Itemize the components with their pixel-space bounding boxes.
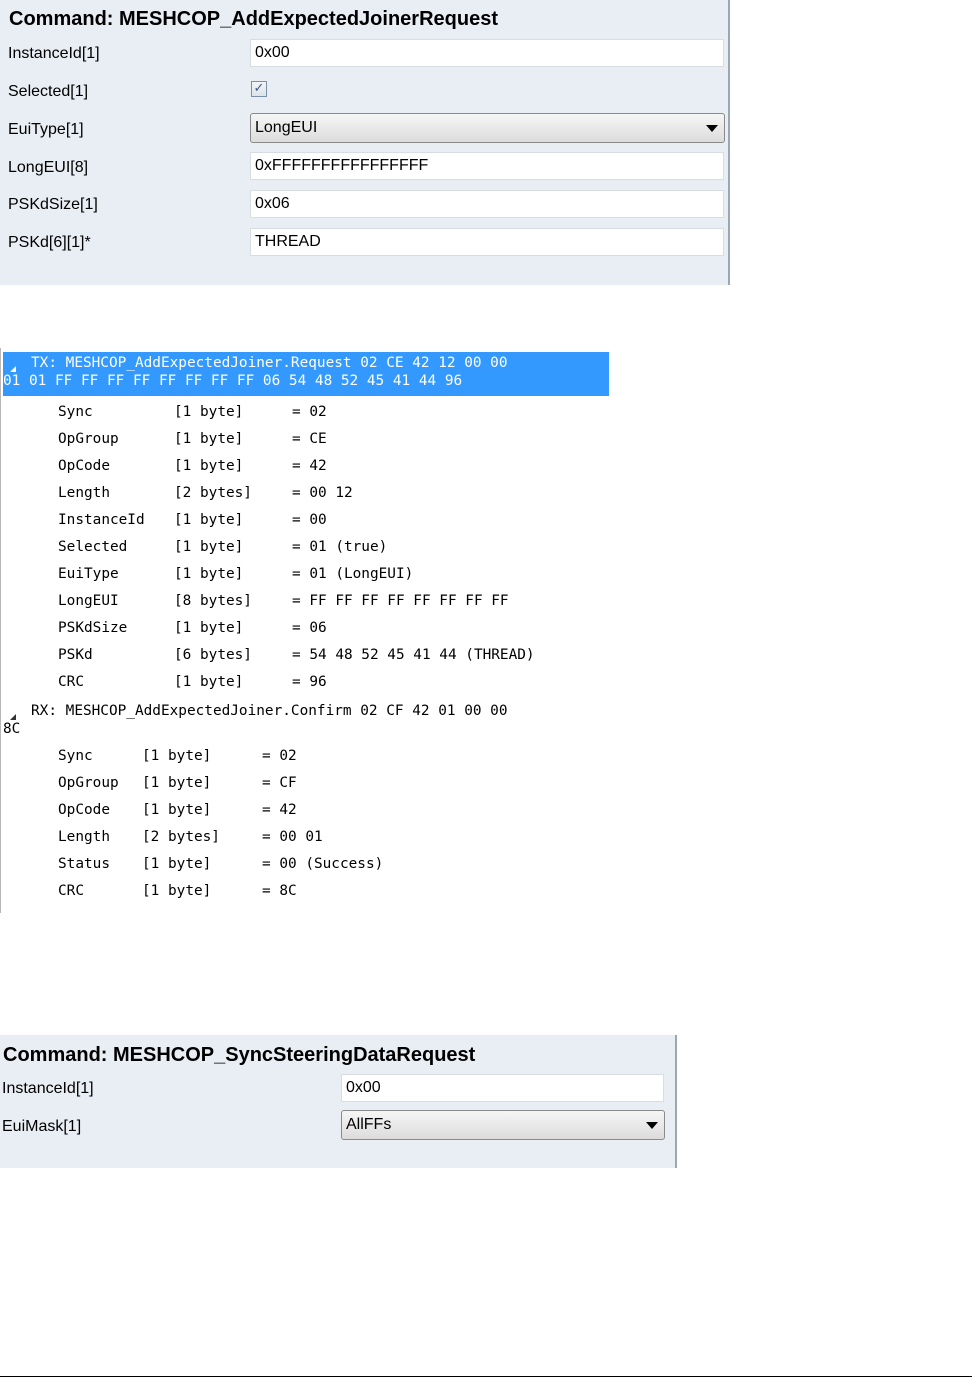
field-value: = 00 12	[292, 485, 353, 501]
selected-label: Selected[1]	[8, 83, 89, 100]
page-divider	[0, 1376, 972, 1377]
field-size: [1 byte]	[174, 431, 244, 447]
field-name: EuiType	[58, 566, 119, 582]
field-value: = 96	[292, 674, 327, 690]
field-size: [8 bytes]	[174, 593, 252, 609]
field-value: = 01 (LongEUI)	[292, 566, 414, 582]
instance-id-input-2[interactable]: 0x00	[341, 1074, 664, 1102]
field-name: OpCode	[58, 802, 110, 818]
tx-header-line-1: TX: MESHCOP_AddExpectedJoiner.Request 02…	[31, 355, 508, 371]
rx-header-line-1: RX: MESHCOP_AddExpectedJoiner.Confirm 02…	[31, 703, 508, 719]
field-name: CRC	[58, 674, 84, 690]
eui-type-dropdown[interactable]: LongEUI	[250, 113, 725, 143]
field-name: Length	[58, 829, 110, 845]
tx-header-line-2-text: 01 01 FF FF FF FF FF FF FF FF 06 54 48 5…	[3, 373, 463, 389]
field-size: [1 byte]	[174, 566, 244, 582]
command-title-2: Command: MESHCOP_SyncSteeringDataRequest	[3, 1044, 476, 1066]
field-size: [2 bytes]	[174, 485, 252, 501]
eui-mask-label: EuiMask[1]	[2, 1118, 82, 1135]
field-value: = 01 (true)	[292, 539, 388, 555]
long-eui-input[interactable]: 0xFFFFFFFFFFFFFFFF	[250, 152, 724, 180]
field-size: [1 byte]	[142, 883, 212, 899]
field-name: LongEUI	[58, 593, 119, 609]
field-name: Selected	[58, 539, 128, 555]
rx-confirm-node[interactable]: RX: MESHCOP_AddExpectedJoiner.Confirm 02…	[3, 700, 609, 744]
field-value: = 00 01	[262, 829, 323, 845]
field-size: [1 byte]	[174, 674, 244, 690]
eui-type-selected-value: LongEUI	[255, 119, 318, 136]
instance-id-input[interactable]: 0x00	[250, 39, 724, 67]
field-value: = 02	[292, 404, 327, 420]
field-size: [1 byte]	[142, 748, 212, 764]
field-name: OpGroup	[58, 431, 119, 447]
field-name: OpGroup	[58, 775, 119, 791]
field-size: [1 byte]	[174, 620, 244, 636]
pskd-size-label: PSKdSize[1]	[8, 196, 98, 213]
field-name: Sync	[58, 404, 93, 420]
chevron-down-icon	[706, 125, 718, 132]
instance-id-label-2: InstanceId[1]	[2, 1080, 94, 1097]
eui-mask-selected-value: AllFFs	[346, 1116, 392, 1133]
field-size: [1 byte]	[174, 458, 244, 474]
rx-header-line-2-text: 8C	[3, 721, 21, 737]
field-name: InstanceId	[58, 512, 145, 528]
field-name: CRC	[58, 883, 84, 899]
field-value: = 42	[292, 458, 327, 474]
field-value: = 00	[292, 512, 327, 528]
field-value: = 02	[262, 748, 297, 764]
field-value: = 54 48 52 45 41 44 (THREAD)	[292, 647, 535, 663]
field-size: [1 byte]	[174, 512, 244, 528]
field-name: PSKdSize	[58, 620, 128, 636]
field-value: = 00 (Success)	[262, 856, 384, 872]
tx-request-node[interactable]: TX: MESHCOP_AddExpectedJoiner.Request 02…	[3, 352, 609, 396]
field-value: = 42	[262, 802, 297, 818]
field-size: [1 byte]	[142, 775, 212, 791]
field-value: = 06	[292, 620, 327, 636]
pskd-input[interactable]: THREAD	[250, 228, 724, 256]
field-name: OpCode	[58, 458, 110, 474]
field-size: [6 bytes]	[174, 647, 252, 663]
pskd-size-input[interactable]: 0x06	[250, 190, 724, 218]
tx-header-text: TX: MESHCOP_AddExpectedJoiner.Request 02…	[3, 354, 508, 389]
field-name: PSKd	[58, 647, 93, 663]
field-name: Length	[58, 485, 110, 501]
command-title: Command: MESHCOP_AddExpectedJoinerReques…	[9, 8, 498, 30]
add-expected-joiner-command-panel: Command: MESHCOP_AddExpectedJoinerReques…	[0, 0, 730, 285]
field-value: = CF	[262, 775, 297, 791]
field-value: = 8C	[262, 883, 297, 899]
long-eui-label: LongEUI[8]	[8, 159, 89, 176]
trace-log-tree: TX: MESHCOP_AddExpectedJoiner.Request 02…	[0, 348, 612, 913]
field-size: [1 byte]	[142, 802, 212, 818]
field-name: Status	[58, 856, 110, 872]
field-size: [1 byte]	[142, 856, 212, 872]
field-size: [1 byte]	[174, 539, 244, 555]
rx-header-text: RX: MESHCOP_AddExpectedJoiner.Confirm 02…	[3, 702, 508, 737]
field-value: = FF FF FF FF FF FF FF FF	[292, 593, 509, 609]
field-size: [2 bytes]	[142, 829, 220, 845]
chevron-down-icon	[646, 1122, 658, 1129]
pskd-label: PSKd[6][1]*	[8, 234, 91, 251]
selected-checkbox[interactable]: ✓	[251, 81, 267, 97]
field-name: Sync	[58, 748, 93, 764]
field-size: [1 byte]	[174, 404, 244, 420]
eui-type-label: EuiType[1]	[8, 121, 84, 138]
eui-mask-dropdown[interactable]: AllFFs	[341, 1110, 665, 1140]
field-value: = CE	[292, 431, 327, 447]
instance-id-label: InstanceId[1]	[8, 45, 100, 62]
